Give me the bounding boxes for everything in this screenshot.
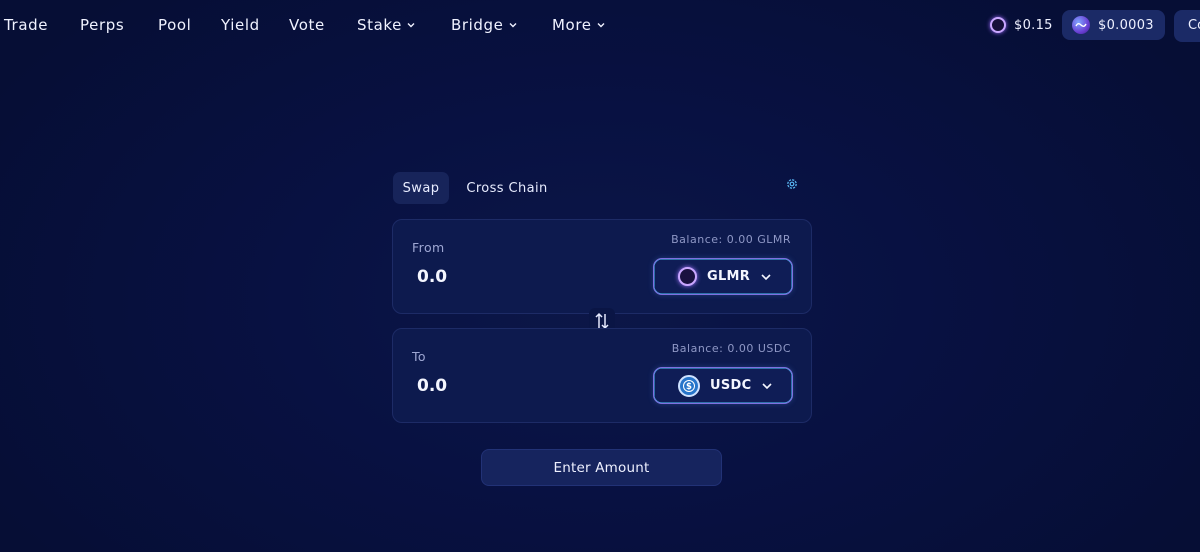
- nav-vote-label: Vote: [289, 16, 325, 34]
- chevron-down-icon: [407, 23, 415, 28]
- nav-bridge-label: Bridge: [451, 16, 504, 34]
- nav-bridge[interactable]: Bridge: [451, 15, 517, 35]
- swap-to-card: To Balance: 0.00 USDC $ USDC: [392, 328, 812, 423]
- nav-stake-label: Stake: [357, 16, 402, 34]
- settings-gear-icon[interactable]: [785, 177, 799, 191]
- enter-amount-button[interactable]: Enter Amount: [481, 449, 722, 486]
- from-token-select[interactable]: GLMR: [653, 258, 793, 295]
- nav-more-label: More: [552, 16, 592, 34]
- nav-pool[interactable]: Pool: [158, 15, 191, 35]
- to-token-select[interactable]: $ USDC: [653, 367, 793, 404]
- usdc-token-icon: $: [678, 374, 700, 397]
- well-price: $0.0003: [1098, 17, 1154, 33]
- nav-perps[interactable]: Perps: [80, 15, 124, 35]
- nav-perps-label: Perps: [80, 16, 125, 34]
- chevron-down-icon: [597, 23, 605, 28]
- swap-from-card: From Balance: 0.00 GLMR GLMR: [392, 219, 812, 314]
- glmr-price: $0.15: [1014, 17, 1053, 33]
- from-amount-input[interactable]: [417, 264, 597, 290]
- nav-trade[interactable]: Trade: [4, 15, 48, 35]
- nav-yield-label: Yield: [221, 16, 260, 34]
- nav-yield[interactable]: Yield: [221, 15, 260, 35]
- nav-vote[interactable]: Vote: [289, 15, 325, 35]
- glmr-price-chip[interactable]: $0.15: [990, 10, 1053, 40]
- glmr-token-icon: [990, 17, 1006, 33]
- to-amount-input[interactable]: [417, 373, 597, 399]
- svg-text:$: $: [686, 382, 692, 392]
- tab-swap[interactable]: Swap: [393, 172, 449, 204]
- glmr-token-icon: [678, 267, 697, 286]
- chevron-down-icon: [509, 23, 516, 28]
- nav-more[interactable]: More: [552, 15, 605, 35]
- to-balance: Balance: 0.00 USDC: [671, 342, 791, 355]
- well-token-icon: [1072, 16, 1090, 34]
- well-price-chip[interactable]: $0.0003: [1062, 10, 1165, 40]
- from-token-symbol: GLMR: [707, 269, 751, 284]
- top-nav: Trade Perps Pool Yield Vote Stake Bridge…: [0, 0, 1200, 50]
- nav-stake[interactable]: Stake: [357, 15, 415, 35]
- nav-trade-label: Trade: [4, 16, 49, 34]
- from-label: From: [412, 240, 445, 255]
- connect-wallet-button[interactable]: Co: [1174, 10, 1200, 42]
- to-token-symbol: USDC: [710, 378, 752, 393]
- chevron-down-icon: [762, 382, 773, 389]
- from-balance: Balance: 0.00 GLMR: [671, 233, 791, 246]
- tab-cross-chain[interactable]: Cross Chain: [460, 172, 554, 204]
- to-label: To: [412, 349, 426, 364]
- nav-pool-label: Pool: [158, 16, 192, 34]
- chevron-down-icon: [761, 273, 771, 280]
